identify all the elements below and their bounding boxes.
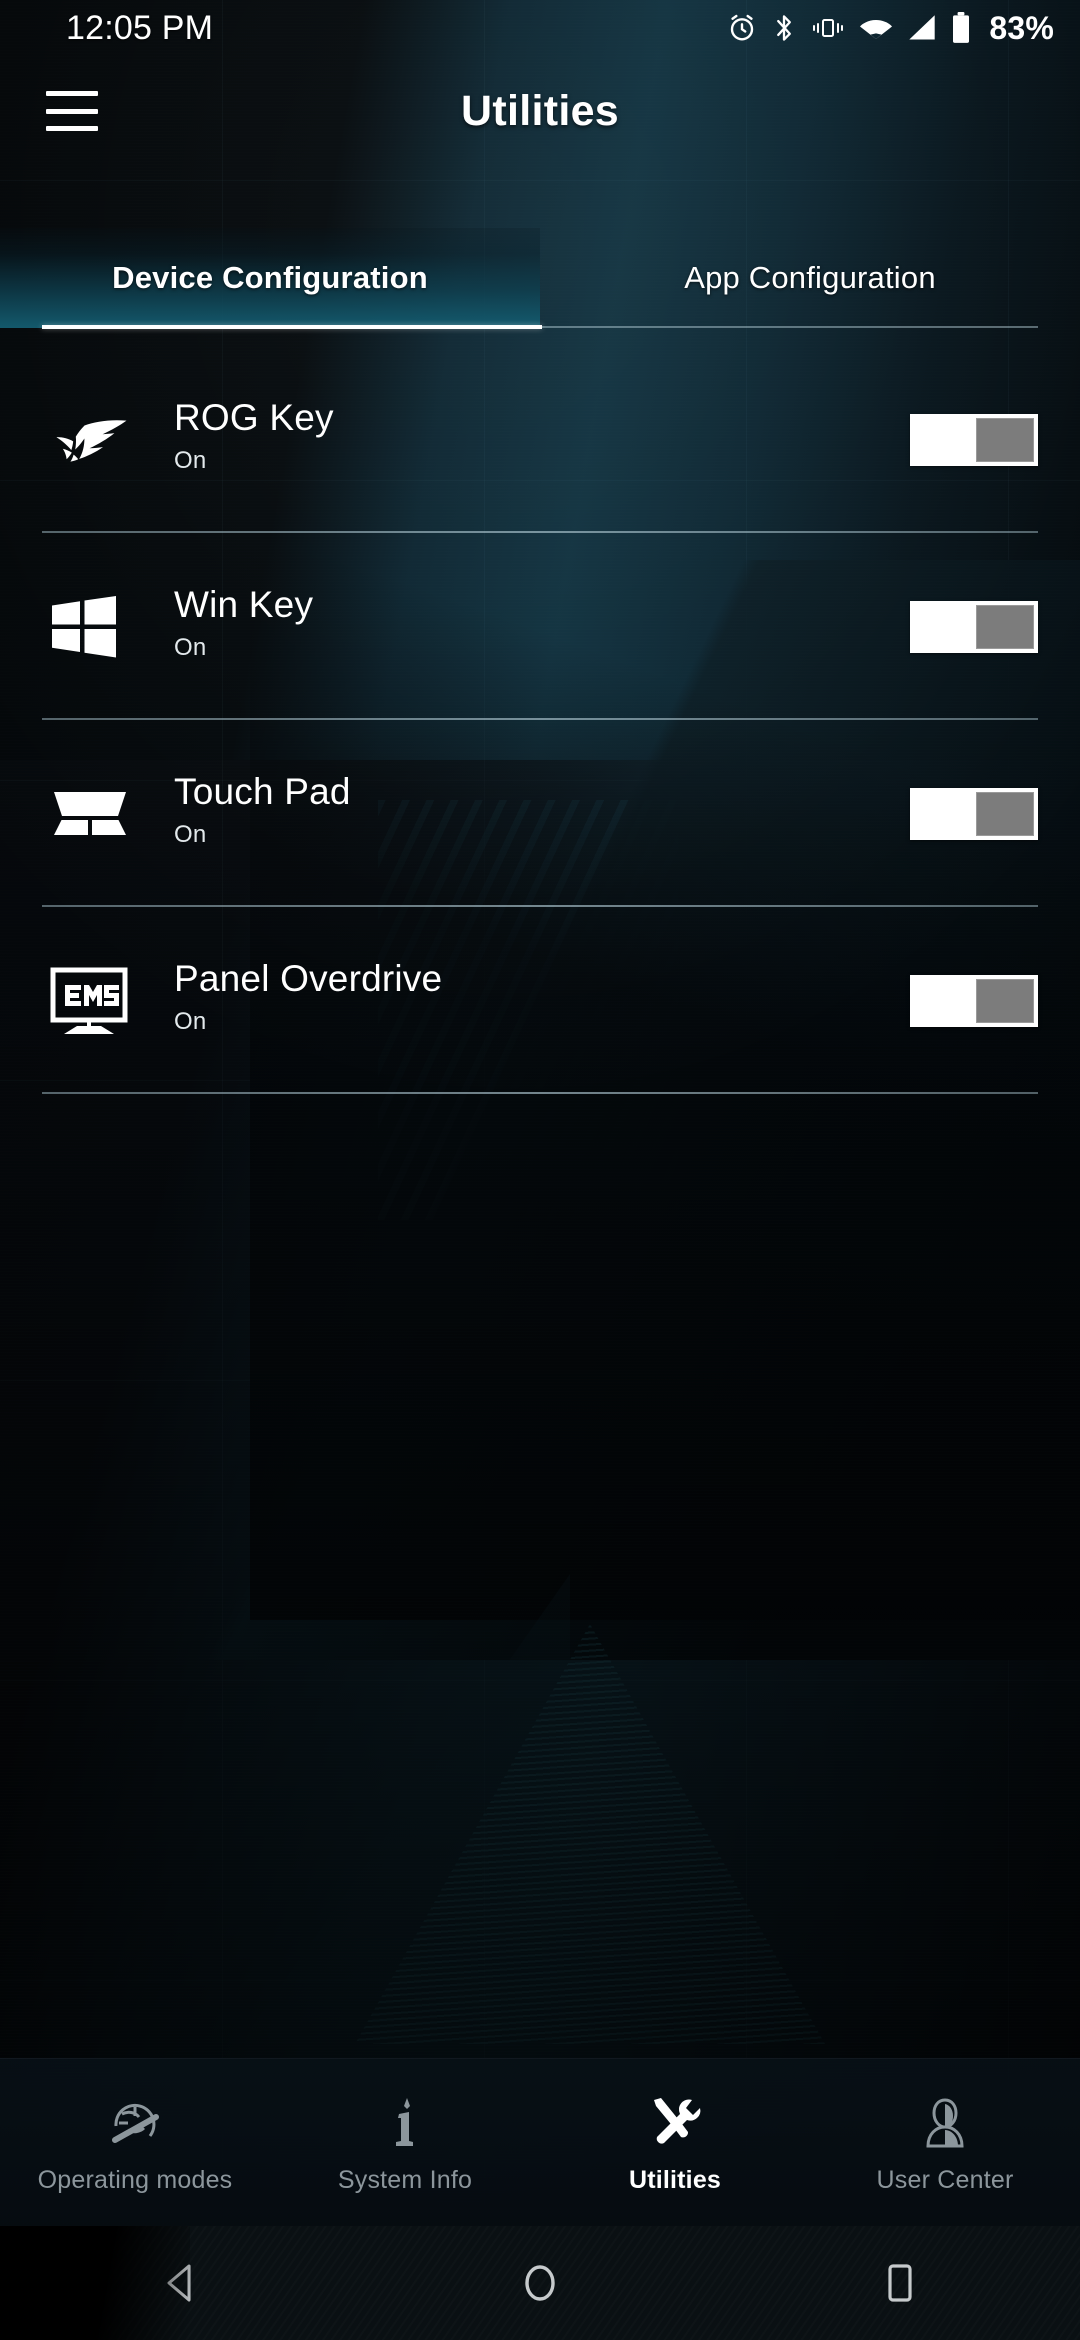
list-divider: [42, 1092, 1038, 1094]
device-configuration-list: ROG Key On Win Key On Touch Pad On Panel…: [0, 346, 1080, 1094]
bottom-navigation-bar: Operating modes System Info Utilities Us…: [0, 2058, 1080, 2226]
list-item-win-key[interactable]: Win Key On: [0, 533, 1080, 720]
recents-square-icon[interactable]: [845, 2226, 955, 2340]
monitor-3ms-icon: [42, 964, 168, 1038]
rog-logo-icon: [42, 412, 168, 468]
user-person-icon: [926, 2098, 964, 2148]
phone-screen: 12:05 PM 83% Utilities Device Configurat…: [0, 0, 1080, 2340]
list-item-text: Touch Pad On: [168, 770, 910, 850]
battery-percent-label: 83%: [989, 9, 1054, 46]
battery-icon: [951, 12, 971, 44]
page-title: Utilities: [460, 86, 619, 135]
nav-item-label: System Info: [337, 2166, 473, 2194]
nav-item-label: Utilities: [628, 2166, 722, 2194]
nav-item-label: Operating modes: [37, 2166, 233, 2194]
toggle-win-key[interactable]: [910, 600, 1038, 653]
wifi-icon: [859, 13, 893, 43]
list-item-title: Panel Overdrive: [174, 957, 443, 999]
list-item-text: Panel Overdrive On: [168, 957, 910, 1037]
toggle-thumb: [976, 604, 1034, 649]
nav-item-utilities[interactable]: Utilities: [540, 2090, 810, 2195]
toggle-thumb: [976, 417, 1034, 462]
nav-item-system-info[interactable]: System Info: [270, 2090, 540, 2195]
list-item-status: On: [174, 634, 207, 662]
list-item-status: On: [174, 821, 207, 849]
list-item-status: On: [174, 1008, 207, 1036]
helmet-gauge-icon: [106, 2096, 164, 2150]
info-icon: [396, 2098, 413, 2146]
bluetooth-icon: [771, 13, 797, 43]
list-item-title: Touch Pad: [174, 770, 351, 812]
status-bar: 12:05 PM 83%: [0, 0, 1080, 56]
nav-item-operating-modes[interactable]: Operating modes: [0, 2090, 270, 2195]
cellular-signal-icon: [907, 13, 937, 43]
hamburger-menu-icon[interactable]: [46, 91, 98, 131]
list-item-touch-pad[interactable]: Touch Pad On: [0, 720, 1080, 907]
toggle-touch-pad[interactable]: [910, 787, 1038, 840]
vibrate-icon: [811, 13, 845, 43]
android-system-navigation: [0, 2226, 1080, 2340]
list-item-text: Win Key On: [168, 583, 910, 663]
status-bar-clock: 12:05 PM: [66, 8, 214, 47]
status-bar-icons: 83%: [727, 10, 1054, 47]
tab-active-indicator: [42, 325, 542, 329]
tab-label: App Configuration: [684, 260, 936, 295]
tab-bar: Device Configuration App Configuration: [0, 228, 1080, 328]
windows-logo-icon: [42, 591, 168, 663]
system-nav-shadow: [0, 2226, 190, 2340]
toggle-rog-key[interactable]: [910, 413, 1038, 466]
nav-item-label: User Center: [876, 2166, 1014, 2194]
list-item-title: ROG Key: [174, 396, 334, 438]
tab-label: Device Configuration: [112, 260, 428, 295]
app-bar: Utilities: [0, 56, 1080, 166]
touchpad-icon: [42, 786, 168, 842]
alarm-icon: [727, 13, 757, 43]
tab-app-configuration[interactable]: App Configuration: [540, 228, 1080, 328]
tab-device-configuration[interactable]: Device Configuration: [0, 228, 540, 328]
list-item-text: ROG Key On: [168, 396, 910, 476]
list-item-status: On: [174, 447, 207, 475]
list-item-rog-key[interactable]: ROG Key On: [0, 346, 1080, 533]
toggle-thumb: [976, 791, 1034, 836]
toggle-thumb: [976, 978, 1034, 1023]
nav-item-user-center[interactable]: User Center: [810, 2090, 1080, 2195]
list-item-title: Win Key: [174, 583, 314, 625]
list-item-panel-overdrive[interactable]: Panel Overdrive On: [0, 907, 1080, 1094]
toggle-panel-overdrive[interactable]: [910, 974, 1038, 1027]
home-circle-icon[interactable]: [485, 2226, 595, 2340]
tools-icon: [654, 2098, 701, 2144]
